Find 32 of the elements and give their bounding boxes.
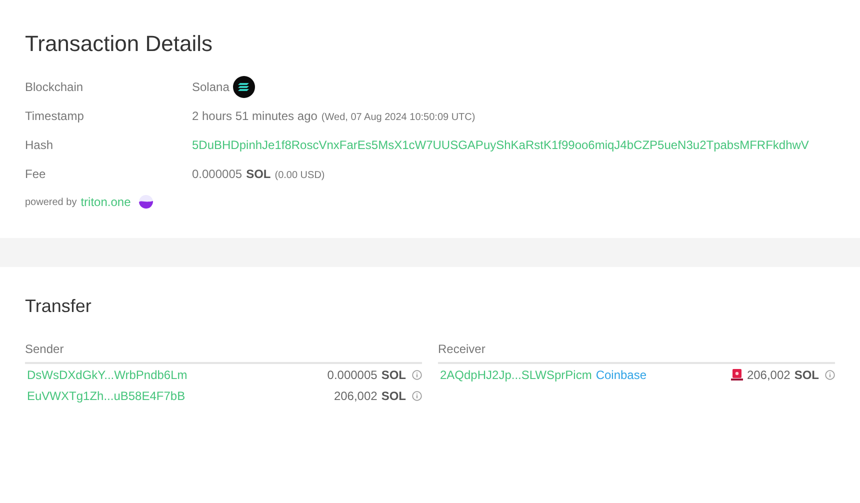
fee-unit: SOL [246, 166, 271, 182]
column-heading: Sender [25, 340, 422, 364]
address-link[interactable]: DsWsDXdGkY...WrbPndb6Lm [27, 366, 188, 384]
address-link[interactable]: 2AQdpHJ2Jp...SLWSprPicm [440, 366, 592, 384]
field-label: Blockchain [25, 78, 84, 96]
amount-unit: SOL [381, 388, 406, 404]
exchange-tag-link[interactable]: Coinbase [596, 366, 647, 384]
amount-value: 206,002 [746, 366, 790, 384]
fee-value: 0.000005 [192, 166, 242, 182]
powered-by-text: powered by [25, 196, 77, 210]
triton-link[interactable]: triton.one [80, 193, 131, 211]
fee-usd: (0.00 USD) [274, 168, 325, 182]
section-title: Transaction Details [25, 30, 214, 58]
field-label: Hash [25, 136, 54, 154]
field-label: Timestamp [25, 108, 85, 124]
timestamp-value: 2 hours 51 minutes ago [192, 108, 318, 124]
amount-unit: SOL [794, 366, 819, 384]
info-icon[interactable] [412, 370, 422, 380]
info-icon[interactable] [412, 390, 422, 400]
amount-unit: SOL [381, 366, 406, 384]
solana-logo-icon [233, 76, 256, 98]
section-title: Transfer [25, 295, 92, 318]
blockchain-value: Solana [192, 78, 230, 96]
hash-link[interactable]: 5DuBHDpinhJe1f8RoscVnxFarEs5MsX1cW7UUSGAPuyShKaRstK1f99oo6miqJ4bCZP5ueN3u2TpabsMFRFkdhwV [192, 136, 809, 154]
column-heading: Receiver [438, 340, 835, 364]
info-icon[interactable] [825, 370, 835, 380]
field-label: Fee [25, 166, 47, 182]
address-link[interactable]: EuVWXTg1Zh...uB58E4F7bB [27, 386, 186, 404]
amount-value: 0.000005 [327, 366, 378, 384]
amount-value: 206,002 [334, 388, 378, 404]
triton-logo-icon [138, 195, 153, 209]
timestamp-detail: (Wed, 07 Aug 2024 10:50:09 UTC) [321, 110, 476, 124]
